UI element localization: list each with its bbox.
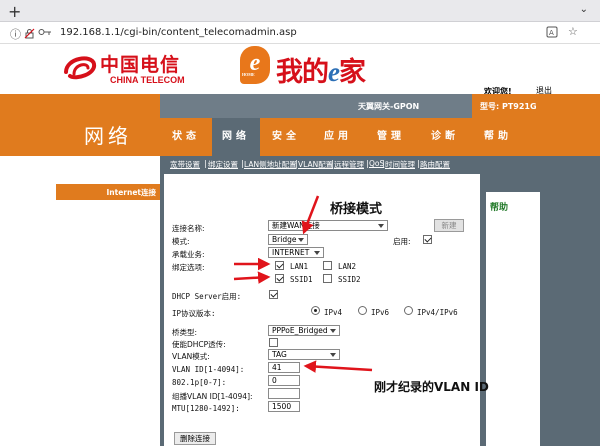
lan1-checkbox[interactable] (275, 261, 284, 270)
gateway-name: 天翼网关-GPON (358, 102, 420, 111)
tab-help[interactable]: 帮助 (472, 118, 524, 156)
annotation-bridge-mode: 桥接模式 (330, 202, 383, 217)
right-gutter (540, 174, 600, 446)
tab-security[interactable]: 安全 (260, 118, 312, 156)
vlan-id-input[interactable]: 41 (268, 362, 300, 373)
sidebar-item-internet[interactable]: Internet连接 (56, 184, 160, 200)
conn-name-label: 连接名称: (172, 224, 205, 233)
bridge-type-select[interactable]: PPPoE_Bridged (268, 325, 340, 336)
model-label: 型号: PT921G (472, 94, 600, 118)
ipv4v6-radio[interactable] (404, 306, 413, 315)
e-home-badge-icon: e HOME (240, 46, 270, 84)
ipv4-radio[interactable] (311, 306, 320, 315)
dhcp-server-label: DHCP Server启用: (172, 292, 242, 301)
lan2-checkbox[interactable] (323, 261, 332, 270)
left-strip (0, 156, 160, 174)
tab-list-chevron-icon[interactable]: ⌄ (580, 4, 588, 15)
my-e-home-logo: e HOME 我的e家 (240, 46, 390, 90)
bridge-type-label: 桥类型: (172, 328, 198, 337)
home-logo-e: e (328, 57, 340, 87)
bookmark-star-icon[interactable]: ☆ (568, 25, 578, 38)
mtu-input[interactable]: 1500 (268, 401, 300, 412)
browser-tab-strip: + ⌄ (0, 0, 600, 22)
left-sidebar: Internet连接 (0, 174, 160, 446)
address-bar[interactable]: ⓘ 192.168.1.1/cgi-bin/content_telecomadm… (0, 22, 600, 44)
bind-label: 绑定选项: (172, 263, 205, 272)
insecure-lock-icon[interactable] (24, 28, 35, 42)
translate-icon[interactable]: A (546, 26, 558, 41)
ipv4-label: IPv4 (324, 308, 343, 317)
ipv6-radio[interactable] (358, 306, 367, 315)
ipv4v6-label: IPv4/IPv6 (417, 308, 458, 317)
dhcp-passthrough-checkbox[interactable] (269, 338, 278, 347)
section-title: 网络 (84, 124, 132, 148)
help-panel: 帮助 (486, 192, 540, 446)
brand-cn: 中国电信 (100, 54, 181, 76)
url-text[interactable]: 192.168.1.1/cgi-bin/content_telecomadmin… (60, 27, 297, 38)
8021p-label: 802.1p[0-7]: (172, 378, 227, 387)
tab-application[interactable]: 应用 (312, 118, 364, 156)
ssid2-checkbox[interactable] (323, 274, 332, 283)
section-title-block: 网络 (0, 94, 160, 156)
submenu-lan-address[interactable]: LAN侧地址配置 (244, 159, 297, 170)
mcast-vlan-input[interactable] (268, 388, 300, 399)
mtu-label: MTU[1280-1492]: (172, 404, 240, 413)
page-info-icon[interactable]: ⓘ (10, 26, 21, 42)
service-label: 承载业务: (172, 250, 205, 259)
lan1-label: LAN1 (290, 262, 309, 271)
mcast-vlan-label: 组播VLAN ID[1-4094]: (172, 392, 253, 401)
conn-name-select[interactable]: 新建WAN连接 (268, 220, 388, 231)
annotation-vlan-id: 刚才纪录的VLAN ID (374, 380, 489, 394)
key-icon[interactable] (38, 27, 52, 40)
enable-label: 启用: (393, 237, 411, 246)
vlan-id-label: VLAN ID[1-4094]: (172, 365, 245, 374)
home-logo-text: 我的 (276, 57, 329, 88)
submenu-broadband[interactable]: 宽带设置 (170, 159, 200, 170)
lan2-label: LAN2 (338, 262, 357, 271)
submenu-bar: 宽带设置 | 绑定设置 | LAN侧地址配置 | VLAN配置 | 远程管理 |… (160, 156, 600, 174)
dhcp-server-checkbox[interactable] (269, 290, 278, 299)
tab-status[interactable]: 状态 (160, 118, 212, 156)
dhcp-passthrough-label: 使能DHCP透传: (172, 340, 226, 349)
tab-management[interactable]: 管理 (364, 118, 418, 156)
help-title: 帮助 (490, 203, 509, 213)
ip-version-label: IP协议版本: (172, 309, 216, 318)
new-button[interactable]: 新建 (434, 219, 464, 232)
vlan-mode-label: VLAN模式: (172, 352, 210, 361)
ipv6-label: IPv6 (371, 308, 390, 317)
ssid1-label: SSID1 (290, 275, 313, 284)
ssid2-label: SSID2 (338, 275, 361, 284)
tab-diagnostics[interactable]: 诊断 (418, 118, 472, 156)
china-telecom-mark-icon (64, 56, 97, 80)
mode-label: 模式: (172, 237, 190, 246)
mode-select[interactable]: Bridge (268, 234, 308, 245)
svg-text:A: A (549, 29, 554, 37)
service-select[interactable]: INTERNET (268, 247, 324, 258)
8021p-input[interactable]: 0 (268, 375, 300, 386)
tab-network[interactable]: 网络 (212, 118, 260, 156)
main-menu: 状态 网络 安全 应用 管理 诊断 帮助 (160, 118, 600, 156)
brand-en: CHINA TELECOM (110, 75, 185, 85)
delete-connection-button[interactable]: 删除连接 (174, 432, 216, 445)
ssid1-checkbox[interactable] (275, 274, 284, 283)
home-logo-tail: 家 (338, 57, 366, 88)
submenu-time[interactable]: 时间管理 (385, 159, 415, 170)
submenu-remote[interactable]: 远程管理 (334, 159, 364, 170)
china-telecom-logo: 中国电信 CHINA TELECOM (60, 50, 210, 90)
submenu-vlan[interactable]: VLAN配置 (298, 159, 333, 170)
submenu-route[interactable]: 路由配置 (420, 159, 450, 170)
submenu-binding[interactable]: 绑定设置 (208, 159, 238, 170)
enable-checkbox[interactable] (423, 235, 432, 244)
vlan-mode-select[interactable]: TAG (268, 349, 340, 360)
new-tab-icon[interactable]: + (8, 2, 21, 21)
